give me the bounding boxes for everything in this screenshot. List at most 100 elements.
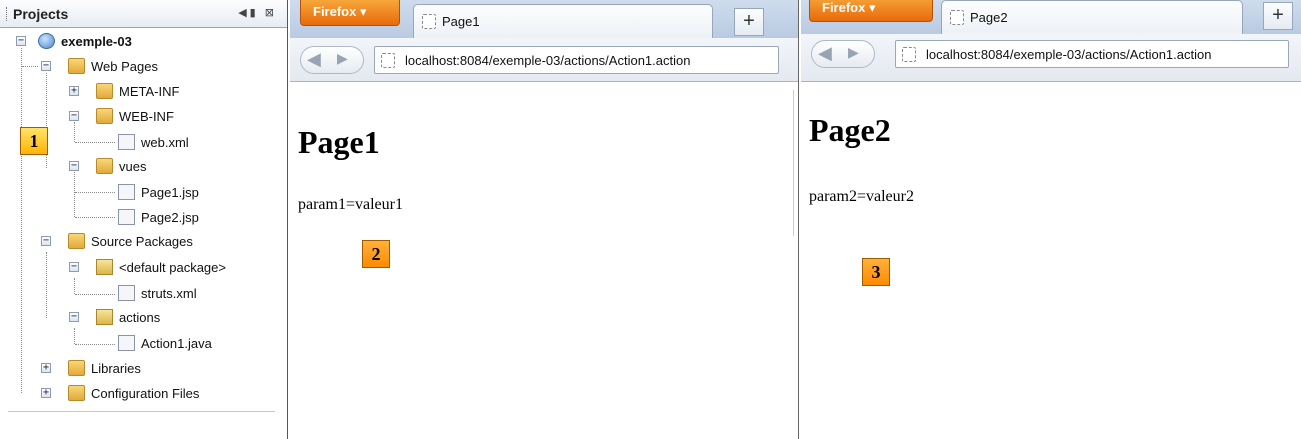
tree-line bbox=[74, 172, 75, 217]
back-forward-buttons: ◀ ▶ bbox=[300, 46, 364, 74]
tree-node-action1-java[interactable]: Action1.java bbox=[118, 332, 212, 354]
tree-node-meta-inf[interactable]: META-INF bbox=[96, 80, 179, 102]
collapse-toggle[interactable]: − bbox=[41, 236, 51, 246]
tree-line bbox=[21, 48, 22, 393]
tree-node-label: actions bbox=[119, 309, 161, 325]
source-packages-icon bbox=[68, 233, 85, 249]
package-icon bbox=[96, 259, 113, 275]
tree-node-web-inf[interactable]: WEB-INF bbox=[96, 105, 174, 127]
tree-node-source-packages[interactable]: Source Packages bbox=[68, 230, 193, 252]
drag-grip-icon[interactable] bbox=[6, 6, 9, 21]
tree-node-label: Page1.jsp bbox=[141, 184, 199, 200]
browser-window-page1: Firefox ▾ Page1 + ◀ ▶ localhost:8084/exe… bbox=[290, 0, 799, 439]
expand-toggle[interactable]: + bbox=[69, 86, 79, 96]
folder-icon bbox=[96, 158, 113, 174]
forward-arrow-icon[interactable]: ▶ bbox=[337, 50, 348, 67]
tree-node-label: Source Packages bbox=[91, 233, 193, 249]
folder-icon bbox=[96, 83, 113, 99]
page-icon bbox=[422, 14, 436, 29]
address-bar[interactable]: localhost:8084/exemple-03/actions/Action… bbox=[374, 46, 779, 74]
tree-node-project[interactable]: exemple-03 bbox=[38, 30, 132, 52]
tree-node-default-package[interactable]: <default package> bbox=[96, 256, 226, 278]
jsp-file-icon bbox=[118, 209, 135, 225]
tab-page2[interactable]: Page2 bbox=[941, 0, 1243, 34]
tree-node-label: Libraries bbox=[91, 360, 141, 376]
package-icon bbox=[96, 309, 113, 325]
scrollbar-edge[interactable] bbox=[793, 90, 794, 236]
struts-file-icon bbox=[118, 285, 135, 301]
navigation-bar: ◀ ▶ localhost:8084/exemple-03/actions/Ac… bbox=[290, 38, 798, 82]
tab-bar: Firefox ▾ Page2 + bbox=[801, 0, 1301, 34]
new-tab-button[interactable]: + bbox=[734, 8, 764, 36]
param-text: param1=valeur1 bbox=[298, 196, 403, 213]
panel-minimize-close-icons[interactable]: ◀▮ ⊠ bbox=[238, 6, 277, 19]
configuration-files-icon bbox=[68, 385, 85, 401]
tree-node-label: Action1.java bbox=[141, 335, 212, 351]
tree-node-configuration-files[interactable]: Configuration Files bbox=[68, 382, 199, 404]
tree-node-page1-jsp[interactable]: Page1.jsp bbox=[118, 181, 199, 203]
tree-node-vues[interactable]: vues bbox=[96, 155, 146, 177]
collapse-toggle[interactable]: − bbox=[69, 111, 79, 121]
collapse-toggle[interactable]: − bbox=[69, 262, 79, 272]
tree-node-label: META-INF bbox=[119, 83, 180, 99]
java-file-icon bbox=[118, 335, 135, 351]
divider bbox=[8, 411, 275, 412]
tree-node-web-xml[interactable]: web.xml bbox=[118, 131, 189, 153]
tree-node-struts-xml[interactable]: struts.xml bbox=[118, 282, 197, 304]
collapse-toggle[interactable]: − bbox=[16, 36, 26, 46]
tree-node-label: exemple-03 bbox=[61, 33, 132, 49]
firefox-menu-button[interactable]: Firefox ▾ bbox=[809, 0, 933, 22]
expand-toggle[interactable]: + bbox=[41, 363, 51, 373]
tree-node-label: vues bbox=[119, 158, 147, 174]
tree-node-web-pages[interactable]: Web Pages bbox=[68, 55, 158, 77]
tree-line bbox=[74, 278, 75, 294]
navigation-bar: ◀ ▶ localhost:8084/exemple-03/actions/Ac… bbox=[801, 34, 1301, 82]
page-heading: Page2 bbox=[809, 112, 891, 148]
site-identity-icon[interactable] bbox=[381, 52, 395, 68]
url-text: localhost:8084/exemple-03/actions/Action… bbox=[926, 46, 1212, 62]
step-marker-1: 1 bbox=[20, 127, 48, 155]
collapse-toggle[interactable]: − bbox=[69, 161, 79, 171]
back-arrow-icon[interactable]: ◀ bbox=[818, 43, 832, 64]
page-heading: Page1 bbox=[298, 124, 380, 160]
tree-line bbox=[46, 252, 47, 318]
tree-node-actions[interactable]: actions bbox=[96, 306, 160, 328]
collapse-toggle[interactable]: − bbox=[69, 312, 79, 322]
step-marker-2: 2 bbox=[362, 240, 390, 268]
tree-node-label: <default package> bbox=[119, 259, 226, 275]
web-project-icon bbox=[38, 33, 55, 49]
tree-node-label: Configuration Files bbox=[91, 385, 200, 401]
libraries-icon bbox=[68, 360, 85, 376]
param-text: param2=valeur2 bbox=[809, 188, 914, 205]
tab-page1[interactable]: Page1 bbox=[413, 4, 713, 38]
xml-file-icon bbox=[118, 134, 135, 150]
projects-header: Projects ◀▮ ⊠ bbox=[0, 0, 287, 28]
site-identity-icon[interactable] bbox=[902, 46, 916, 62]
tree-line bbox=[74, 328, 75, 344]
tab-bar: Firefox ▾ Page1 + bbox=[290, 0, 798, 38]
tree-node-label: WEB-INF bbox=[119, 108, 174, 124]
back-forward-buttons: ◀ ▶ bbox=[811, 40, 875, 68]
new-tab-button[interactable]: + bbox=[1263, 2, 1293, 30]
expand-toggle[interactable]: + bbox=[41, 388, 51, 398]
firefox-menu-button[interactable]: Firefox ▾ bbox=[300, 0, 400, 26]
address-bar[interactable]: localhost:8084/exemple-03/actions/Action… bbox=[895, 40, 1289, 68]
tree-node-page2-jsp[interactable]: Page2.jsp bbox=[118, 206, 199, 228]
projects-panel: Projects ◀▮ ⊠ − exemple-03 − Web Pages +… bbox=[0, 0, 288, 439]
collapse-toggle[interactable]: − bbox=[41, 61, 51, 71]
tree-line bbox=[74, 122, 75, 142]
tree-node-libraries[interactable]: Libraries bbox=[68, 357, 141, 379]
back-arrow-icon[interactable]: ◀ bbox=[307, 49, 321, 70]
web-pages-folder-icon bbox=[68, 58, 85, 74]
tree-node-label: Web Pages bbox=[91, 58, 158, 74]
tree-node-label: struts.xml bbox=[141, 285, 197, 301]
url-text: localhost:8084/exemple-03/actions/Action… bbox=[405, 52, 691, 68]
tree-node-label: web.xml bbox=[141, 134, 189, 150]
jsp-file-icon bbox=[118, 184, 135, 200]
forward-arrow-icon[interactable]: ▶ bbox=[848, 44, 859, 61]
tab-title: Page1 bbox=[442, 14, 480, 29]
folder-icon bbox=[96, 108, 113, 124]
browser-window-page2: Firefox ▾ Page2 + ◀ ▶ localhost:8084/exe… bbox=[801, 0, 1301, 439]
tree-node-label: Page2.jsp bbox=[141, 209, 199, 225]
step-marker-3: 3 bbox=[862, 258, 890, 286]
